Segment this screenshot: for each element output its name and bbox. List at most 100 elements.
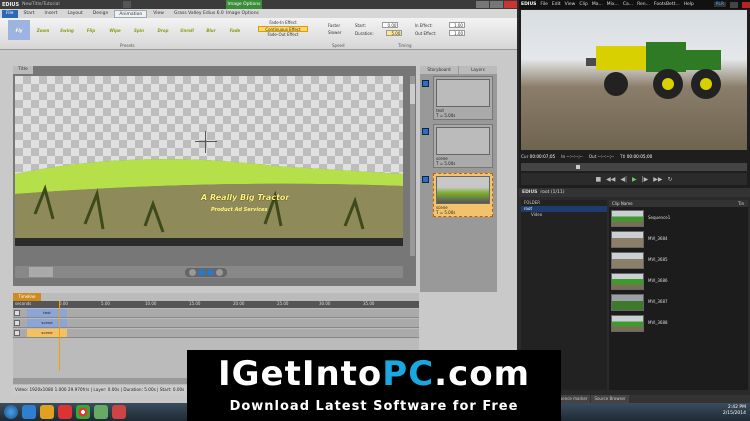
timeline-ruler[interactable]: seconds 0.00 5.00 10.00 15.00 20.00 25.0… — [13, 301, 419, 308]
title-search[interactable] — [122, 1, 131, 8]
track-clip[interactable]: text — [27, 309, 67, 317]
playhead[interactable] — [59, 301, 60, 371]
scene-thumbnail[interactable]: scene T = 5.00s — [433, 124, 493, 168]
tab-source-browser[interactable]: Source Browser — [591, 395, 629, 403]
track-visibility-checkbox[interactable] — [14, 310, 20, 316]
close-button[interactable] — [504, 1, 517, 8]
play-icon[interactable]: ▶ — [632, 176, 637, 183]
track-visibility-checkbox[interactable] — [14, 330, 20, 336]
clip-row[interactable]: MVI_3688 — [609, 314, 748, 334]
scene-thumbnail-selected[interactable]: scene T = 5.00s — [433, 173, 493, 217]
tab-animation[interactable]: Animation — [114, 10, 148, 18]
duration-label: Duration: — [355, 30, 374, 36]
close-button[interactable] — [742, 1, 750, 8]
mode-indicator[interactable]: PLR — [713, 2, 726, 7]
rewind-icon[interactable]: ◀◀ — [606, 176, 615, 183]
timeline-track[interactable]: scene — [13, 329, 419, 338]
menu-item[interactable]: FootsBett... — [654, 2, 680, 7]
menu-item[interactable]: Ca... — [623, 2, 633, 7]
context-tab-image-options[interactable]: Image Options — [226, 0, 262, 9]
column-clip-name[interactable]: Clip Name — [612, 200, 633, 207]
out-effect-field[interactable]: 1.00 — [449, 30, 465, 36]
in-effect-field[interactable]: 1.00 — [448, 22, 465, 28]
step-forward-icon[interactable]: |▶ — [642, 176, 649, 183]
title-text-sub[interactable]: Product Ad Services — [211, 207, 267, 213]
context-subtab[interactable]: Image Options — [226, 9, 259, 18]
seek-bar[interactable] — [521, 163, 747, 171]
pause-icon[interactable] — [207, 268, 214, 276]
clip-row[interactable]: Sequence1 — [609, 209, 748, 229]
tab-storyboard[interactable]: Storyboard — [420, 66, 458, 74]
clip-row[interactable]: MVI_3685 — [609, 251, 748, 271]
app-task-icon[interactable] — [112, 405, 126, 419]
ie-icon[interactable] — [22, 405, 36, 419]
loop-icon[interactable]: ↻ — [668, 176, 673, 183]
duration-field[interactable]: 5.00 — [386, 30, 403, 36]
faster-radio[interactable]: Faster — [328, 22, 341, 29]
preset-item[interactable]: Swing — [56, 20, 78, 40]
slower-radio[interactable]: Slower — [328, 29, 341, 36]
clip-row[interactable]: MVI_3687 — [609, 293, 748, 313]
zoom-box[interactable] — [29, 267, 53, 277]
maximize-button[interactable] — [490, 1, 503, 8]
tab-grass-valley[interactable]: Grass Valley Edius 6.0 — [170, 10, 228, 18]
tab-layout[interactable]: Layout — [63, 10, 86, 18]
explorer-icon[interactable] — [40, 405, 54, 419]
tab-layers[interactable]: Layers — [459, 66, 497, 74]
system-clock[interactable]: 2:42 PM 2/15/2014 — [723, 405, 746, 417]
track-visibility-checkbox[interactable] — [14, 320, 20, 326]
menu-edit[interactable]: Edit — [552, 2, 561, 7]
preset-item[interactable]: Flip — [80, 20, 102, 40]
minimize-button[interactable] — [730, 1, 738, 8]
forward-icon[interactable] — [216, 268, 223, 276]
track-clip[interactable]: scene — [27, 329, 67, 337]
edius-task-icon[interactable] — [94, 405, 108, 419]
canvas-vertical-scrollbar[interactable] — [410, 76, 415, 256]
preset-item[interactable]: Fly — [8, 20, 30, 40]
title-canvas[interactable]: A Really Big Tractor Product Ad Services — [15, 76, 403, 246]
tab-file[interactable]: File — [2, 10, 18, 18]
menu-clip[interactable]: Clip — [579, 2, 588, 7]
preset-item[interactable]: Blur — [200, 20, 222, 40]
preset-item[interactable]: Fade — [224, 20, 246, 40]
scroll-thumb[interactable] — [410, 84, 415, 104]
menu-file[interactable]: File — [540, 2, 548, 7]
tab-design[interactable]: Design — [89, 10, 113, 18]
timeline-track[interactable]: scene — [13, 319, 419, 328]
menu-item[interactable]: Mix... — [607, 2, 619, 7]
preset-item[interactable]: Zoom — [32, 20, 54, 40]
menu-view[interactable]: View — [565, 2, 576, 7]
rewind-icon[interactable] — [189, 268, 196, 276]
clip-row[interactable]: MVI_3684 — [609, 230, 748, 250]
media-icon[interactable] — [58, 405, 72, 419]
menu-help[interactable]: Help — [684, 2, 694, 7]
tab-view[interactable]: View — [149, 10, 168, 18]
folder-item-video[interactable]: Video — [521, 212, 607, 218]
fast-forward-icon[interactable]: ▶▶ — [653, 176, 662, 183]
tab-timeline[interactable]: Timeline — [13, 293, 41, 301]
preset-item[interactable]: Unroll — [176, 20, 198, 40]
clip-row[interactable]: MVI_3686 — [609, 272, 748, 292]
step-back-icon[interactable]: ◀| — [620, 176, 627, 183]
track-clip[interactable]: scene — [27, 319, 67, 327]
menu-item[interactable]: Ma... — [592, 2, 603, 7]
tab-start[interactable]: Start — [20, 10, 39, 18]
column-tin[interactable]: Tin — [738, 200, 744, 207]
start-button-icon[interactable] — [4, 405, 18, 419]
player-preview[interactable] — [521, 10, 747, 150]
preset-item[interactable]: Drop — [152, 20, 174, 40]
stop-icon[interactable]: ■ — [595, 176, 601, 183]
tab-insert[interactable]: Insert — [41, 10, 62, 18]
scene-thumbnail[interactable]: text T = 5.00s — [433, 76, 493, 120]
minimize-button[interactable] — [476, 1, 489, 8]
menu-item[interactable]: Ren... — [637, 2, 650, 7]
canvas-tab[interactable]: Title — [13, 66, 33, 74]
preset-item[interactable]: Spin — [128, 20, 150, 40]
start-field[interactable]: 0.00 — [382, 22, 399, 28]
timeline-track[interactable]: text — [13, 309, 419, 318]
chrome-icon[interactable] — [76, 405, 90, 419]
play-icon[interactable] — [198, 268, 205, 276]
title-text-main[interactable]: A Really Big Tractor — [201, 193, 289, 202]
preset-item[interactable]: Wipe — [104, 20, 126, 40]
edius-menubar: EDIUS File Edit View Clip Ma... Mix... C… — [519, 0, 750, 9]
